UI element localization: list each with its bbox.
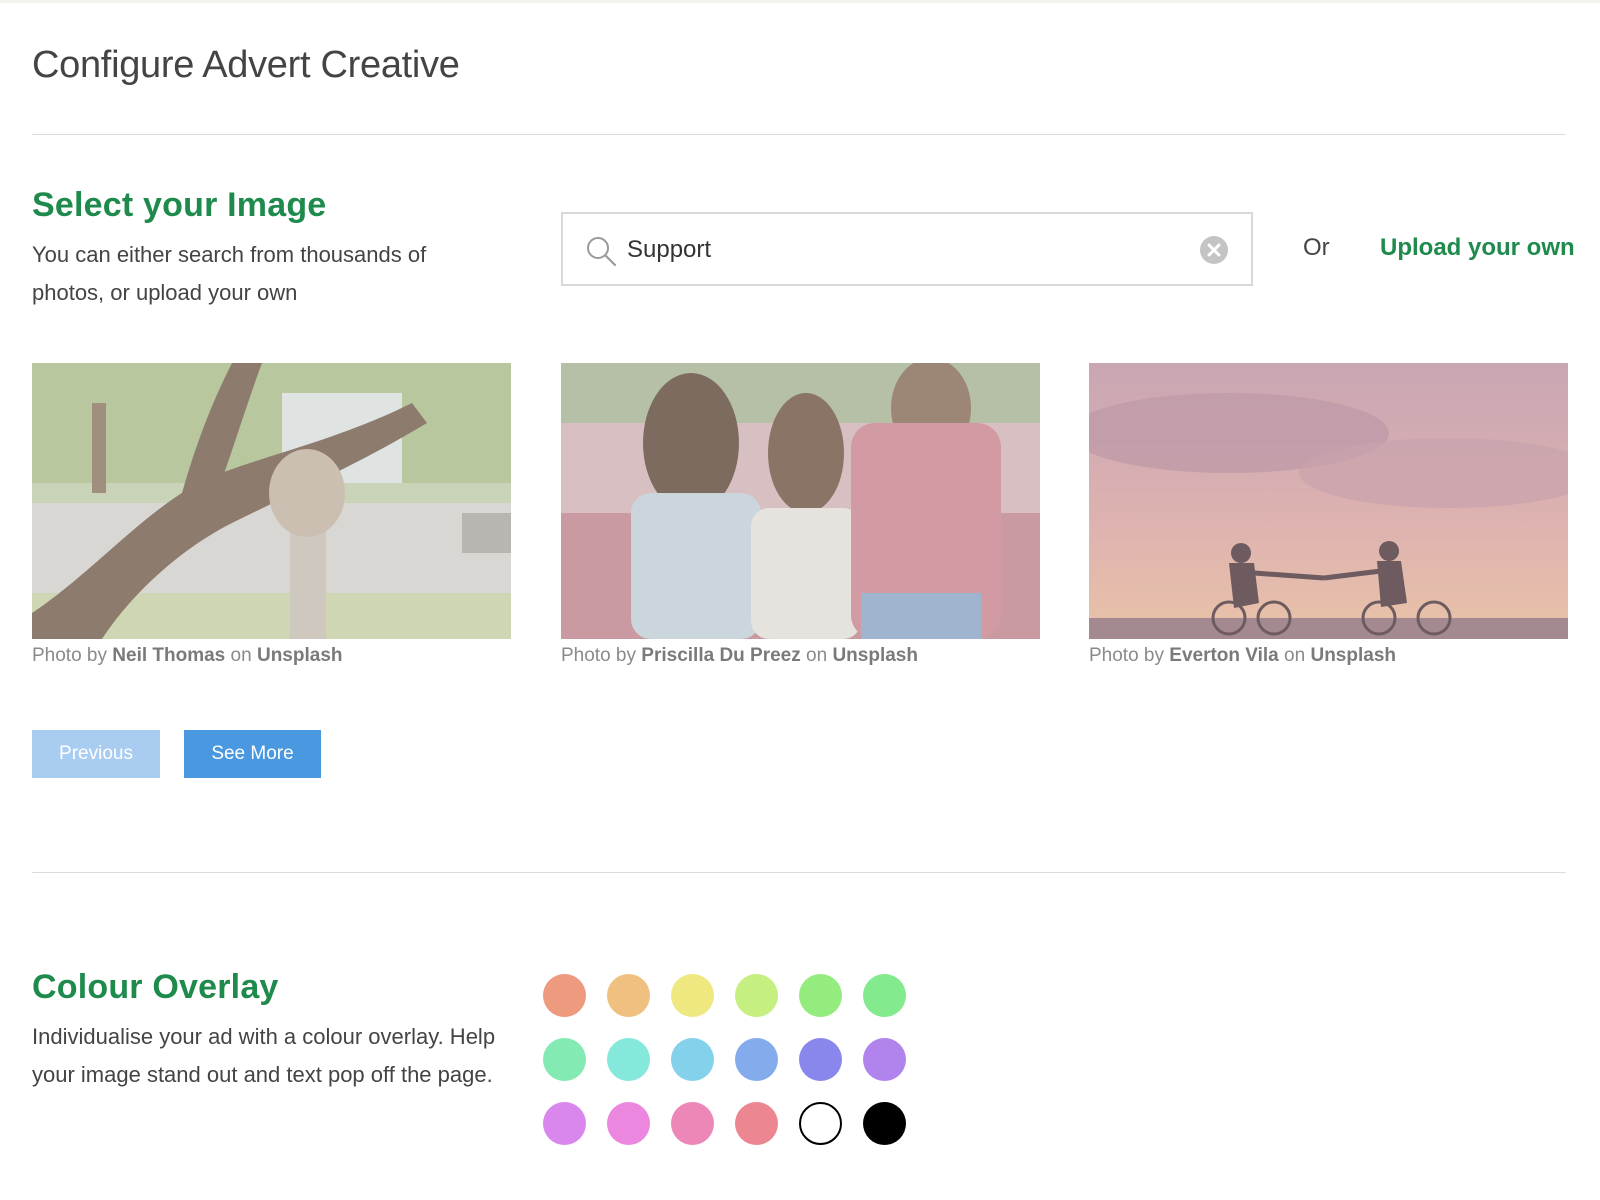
colour-swatch[interactable]	[799, 1102, 842, 1145]
photo-credit: Photo by Everton Vila on Unsplash	[1089, 645, 1568, 667]
photo-three-friends-image	[561, 363, 1040, 639]
colour-swatch[interactable]	[671, 974, 714, 1017]
colour-swatch[interactable]	[799, 974, 842, 1017]
section-divider	[32, 134, 1566, 135]
colour-overlay-description: Individualise your ad with a colour over…	[32, 1024, 496, 1087]
colour-swatch-grid	[543, 974, 923, 1174]
page-title: Configure Advert Creative	[32, 44, 460, 86]
photo-cyclists-sunset-image	[1089, 363, 1568, 639]
upload-your-own-link[interactable]: Upload your own	[1380, 234, 1575, 262]
colour-overlay-heading: Colour Overlay	[32, 968, 279, 1006]
or-label: Or	[1303, 234, 1330, 261]
top-border	[0, 0, 1600, 3]
credit-joiner: on	[806, 645, 828, 666]
photo-cyclists-sunset[interactable]	[1089, 363, 1568, 639]
colour-swatch[interactable]	[607, 974, 650, 1017]
credit-author: Priscilla Du Preez	[641, 645, 801, 666]
credit-source: Unsplash	[832, 645, 918, 666]
colour-swatch[interactable]	[671, 1038, 714, 1081]
credit-source: Unsplash	[256, 645, 343, 666]
photo-credit: Photo by Priscilla Du Preez on Unsplash	[561, 645, 1040, 667]
colour-swatch[interactable]	[863, 1102, 906, 1145]
see-more-button[interactable]: See More	[184, 730, 321, 778]
colour-swatch[interactable]	[671, 1102, 714, 1145]
previous-button[interactable]: Previous	[32, 730, 160, 778]
select-image-heading: Select your Image	[32, 186, 327, 224]
colour-swatch[interactable]	[607, 1038, 650, 1081]
image-search-box	[561, 212, 1253, 286]
search-icon	[587, 237, 617, 267]
photo-card: Photo by Neil Thomas on Unsplash	[32, 363, 511, 667]
colour-swatch[interactable]	[863, 974, 906, 1017]
section-divider	[32, 872, 1566, 873]
colour-swatch[interactable]	[607, 1102, 650, 1145]
colour-swatch[interactable]	[799, 1038, 842, 1081]
photo-hand-tree-image	[32, 363, 511, 639]
colour-swatch[interactable]	[735, 974, 778, 1017]
photo-hand-tree[interactable]	[32, 363, 511, 639]
credit-prefix: Photo by	[561, 645, 636, 666]
credit-joiner: on	[230, 645, 252, 666]
colour-swatch[interactable]	[735, 1038, 778, 1081]
photo-card: Photo by Priscilla Du Preez on Unsplash	[561, 363, 1040, 667]
photo-three-friends[interactable]	[561, 363, 1040, 639]
select-image-description: You can either search from thousands of …	[32, 242, 427, 305]
credit-source: Unsplash	[1310, 645, 1396, 666]
colour-swatch[interactable]	[863, 1038, 906, 1081]
colour-swatch[interactable]	[543, 974, 586, 1017]
clear-search-icon[interactable]	[1199, 235, 1229, 265]
credit-joiner: on	[1284, 645, 1306, 666]
colour-swatch[interactable]	[735, 1102, 778, 1145]
credit-prefix: Photo by	[1089, 645, 1164, 666]
colour-swatch[interactable]	[543, 1038, 586, 1081]
photo-card: Photo by Everton Vila on Unsplash	[1089, 363, 1568, 667]
colour-swatch[interactable]	[543, 1102, 586, 1145]
credit-prefix: Photo by	[32, 645, 107, 666]
credit-author: Everton Vila	[1169, 645, 1279, 666]
photo-credit: Photo by Neil Thomas on Unsplash	[32, 645, 511, 667]
credit-author: Neil Thomas	[112, 645, 226, 666]
image-search-input[interactable]	[627, 228, 1167, 272]
